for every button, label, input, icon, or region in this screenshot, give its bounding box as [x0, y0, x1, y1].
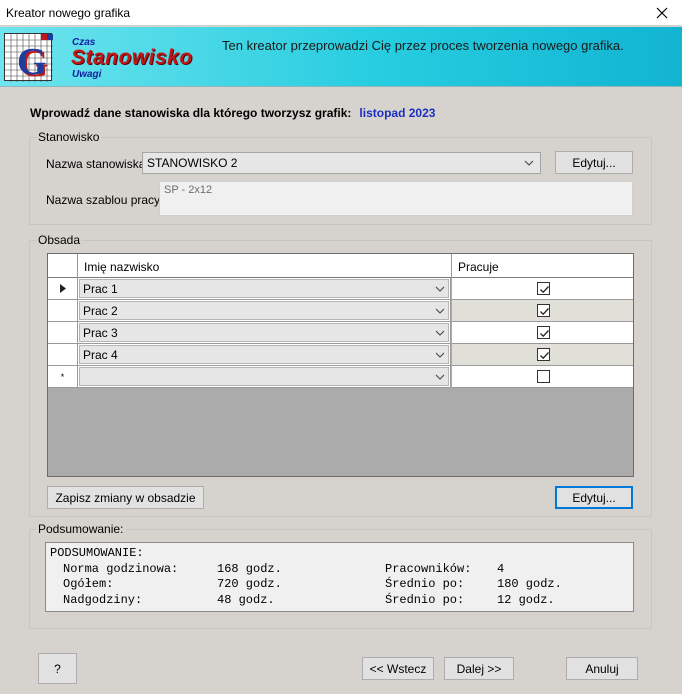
chevron-down-icon	[435, 308, 445, 314]
table-row[interactable]: Prac 1	[48, 278, 633, 300]
name-cell[interactable]: Prac 3	[78, 322, 451, 344]
name-select[interactable]: Prac 3	[79, 323, 449, 342]
grid-corner	[48, 254, 78, 278]
stanowisko-group-label: Stanowisko	[36, 130, 102, 144]
chevron-down-icon	[435, 352, 445, 358]
app-logo: G	[4, 33, 53, 83]
current-row-icon	[59, 284, 66, 293]
intro-month: listopad 2023	[359, 106, 436, 120]
summary-heading: PODSUMOWANIE:	[50, 546, 144, 560]
obsada-grid[interactable]: Imię nazwisko Pracuje Prac 1 Prac 2 Prac…	[47, 253, 634, 477]
column-header-name[interactable]: Imię nazwisko	[78, 254, 452, 278]
checkmark-icon	[540, 286, 549, 294]
works-cell[interactable]	[452, 344, 633, 366]
name-value: Prac 4	[83, 348, 118, 362]
chevron-down-icon	[524, 160, 534, 166]
table-row[interactable]: Prac 3	[48, 322, 633, 344]
summary-label: Średnio po:	[385, 593, 465, 607]
grid-empty-area	[48, 388, 633, 476]
crew-edit-button[interactable]: Edytuj...	[555, 486, 633, 509]
wizard-header: G Czas Stanowisko Uwagi Ten kreator prze…	[0, 27, 682, 87]
summary-value: 720 godz.	[217, 577, 282, 591]
new-row[interactable]: *	[48, 366, 633, 388]
row-header[interactable]	[48, 278, 78, 300]
chevron-down-icon	[435, 374, 445, 380]
logo-stanowisko: Stanowisko	[71, 46, 193, 69]
checkmark-icon	[540, 308, 549, 316]
close-icon	[656, 7, 668, 19]
logo-uwagi: Uwagi	[72, 69, 102, 80]
name-cell[interactable]: Prac 1	[78, 278, 451, 300]
intro-line: Wprowadź dane stanowiska dla którego two…	[30, 106, 435, 120]
summary-value: 180 godz.	[497, 577, 562, 591]
table-row[interactable]: Prac 2	[48, 300, 633, 322]
stanowisko-name-value: STANOWISKO 2	[147, 156, 238, 170]
summary-value: 48 godz.	[217, 593, 275, 607]
intro-label: Wprowadź dane stanowiska dla którego two…	[30, 106, 352, 120]
help-button[interactable]: ?	[38, 653, 77, 684]
summary-value: 4	[497, 562, 505, 576]
works-cell[interactable]	[452, 322, 633, 344]
name-cell[interactable]: Prac 2	[78, 300, 451, 322]
template-field[interactable]: SP - 2x12	[159, 181, 633, 216]
summary-value: 12 godz.	[497, 593, 555, 607]
table-row[interactable]: Prac 4	[48, 344, 633, 366]
name-cell[interactable]: Prac 4	[78, 344, 451, 366]
name-select[interactable]: Prac 1	[79, 279, 449, 298]
works-checkbox[interactable]	[537, 370, 550, 383]
title-bar: Kreator nowego grafika	[0, 0, 682, 26]
stanowisko-name-select[interactable]: STANOWISKO 2	[142, 152, 541, 174]
grid-header: Imię nazwisko Pracuje	[48, 254, 633, 278]
summary-label: Średnio po:	[385, 577, 465, 591]
row-header[interactable]	[48, 344, 78, 366]
chevron-down-icon	[435, 286, 445, 292]
summary-value: 168 godz.	[217, 562, 282, 576]
summary-label: Norma godzinowa:	[63, 562, 179, 576]
wizard-description: Ten kreator przeprowadzi Cię przez proce…	[222, 38, 624, 53]
summary-group-label: Podsumowanie:	[36, 522, 126, 536]
next-button[interactable]: Dalej >>	[444, 657, 514, 680]
name-value: Prac 1	[83, 282, 118, 296]
works-checkbox[interactable]	[537, 326, 550, 339]
close-button[interactable]	[642, 0, 682, 26]
name-select[interactable]	[79, 367, 449, 386]
save-crew-button[interactable]: Zapisz zmiany w obsadzie	[47, 486, 204, 509]
column-header-works[interactable]: Pracuje	[452, 254, 633, 278]
window-title: Kreator nowego grafika	[6, 6, 131, 20]
summary-label: Nadgodziny:	[63, 593, 143, 607]
cancel-button[interactable]: Anuluj	[566, 657, 638, 680]
name-value: Prac 2	[83, 304, 118, 318]
summary-box: PODSUMOWANIE: Norma godzinowa: 168 godz.…	[45, 542, 634, 612]
stanowisko-name-label: Nazwa stanowiska:	[46, 157, 149, 171]
works-checkbox[interactable]	[537, 282, 550, 295]
works-checkbox[interactable]	[537, 304, 550, 317]
row-header[interactable]	[48, 300, 78, 322]
name-value: Prac 3	[83, 326, 118, 340]
obsada-group-label: Obsada	[36, 233, 83, 247]
works-cell[interactable]	[452, 300, 633, 322]
name-select[interactable]: Prac 2	[79, 301, 449, 320]
new-row-header[interactable]: *	[48, 366, 78, 388]
works-cell[interactable]	[452, 366, 633, 388]
back-button[interactable]: << Wstecz	[362, 657, 434, 680]
template-label: Nazwa szablou pracy:	[46, 193, 164, 207]
summary-label: Ogółem:	[63, 577, 114, 591]
checkmark-icon	[540, 330, 549, 338]
logo-letter: G	[17, 41, 47, 83]
stanowisko-edit-button[interactable]: Edytuj...	[555, 151, 633, 174]
summary-label: Pracowników:	[385, 562, 472, 576]
chevron-down-icon	[435, 330, 445, 336]
name-select[interactable]: Prac 4	[79, 345, 449, 364]
name-cell[interactable]	[78, 366, 451, 388]
works-checkbox[interactable]	[537, 348, 550, 361]
row-header[interactable]	[48, 322, 78, 344]
works-cell[interactable]	[452, 278, 633, 300]
checkmark-icon	[540, 352, 549, 360]
